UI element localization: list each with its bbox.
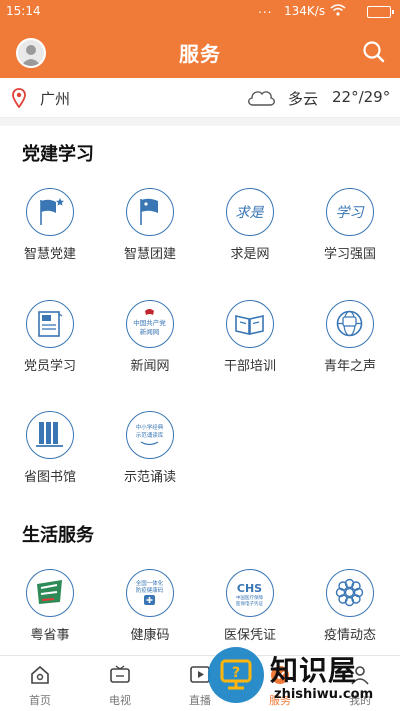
- section-title-party-study: 党建学习: [22, 144, 94, 165]
- svg-text:全国一体化: 全国一体化: [136, 579, 164, 587]
- page-title: 服务: [179, 42, 221, 66]
- status-bar: 15:14 ... 134K/s: [0, 0, 400, 24]
- service-tile[interactable]: 省图书馆: [0, 411, 100, 511]
- site-watermark: ? 知识屋 zhishiwu.com: [208, 645, 400, 711]
- qiushi-calligraphy-icon: 求是: [226, 188, 274, 236]
- tile-label: 求是网: [230, 247, 270, 262]
- svg-text:医保电子凭证: 医保电子凭证: [236, 600, 263, 607]
- icon-glyph: 学习: [336, 205, 366, 221]
- icon-glyph-line2: 新闻网: [140, 327, 160, 336]
- network-speed: 134K/s: [284, 4, 326, 18]
- service-tile[interactable]: 求是 求是网: [200, 188, 300, 288]
- section-divider: [0, 118, 400, 126]
- status-dots: ...: [258, 2, 273, 16]
- party-emblem-news-icon: 中国共产党 新闻网: [126, 300, 174, 348]
- svg-text:示范诵读库: 示范诵读库: [136, 431, 164, 439]
- tile-label: 健康码: [130, 628, 170, 643]
- tile-label: 新闻网: [130, 359, 170, 374]
- watermark-url: zhishiwu.com: [274, 687, 374, 702]
- bookshelf-icon: [26, 411, 74, 459]
- weather-description: 多云: [288, 90, 319, 108]
- nav-home[interactable]: 首页: [10, 662, 70, 710]
- nav-label: 首页: [29, 694, 51, 707]
- section-title-life-services: 生活服务: [22, 525, 94, 546]
- temperature-range: 22°/29°: [332, 88, 391, 106]
- service-tile[interactable]: 党员学习: [0, 300, 100, 400]
- nav-tv[interactable]: 电视: [90, 662, 150, 710]
- yueshengshi-icon: [26, 569, 74, 617]
- globe-speech-icon: [326, 300, 374, 348]
- status-time: 15:14: [6, 4, 41, 18]
- flag-star-icon: [26, 188, 74, 236]
- svg-text:中国医疗保障: 中国医疗保障: [236, 594, 263, 601]
- service-tile[interactable]: 智慧团建: [100, 188, 200, 288]
- icon-glyph: 求是: [236, 205, 265, 221]
- tile-label: 学习强国: [323, 247, 376, 262]
- tile-label: 干部培训: [223, 359, 276, 374]
- flag-board-icon: [26, 300, 74, 348]
- service-tile[interactable]: 学习 学习强国: [300, 188, 400, 288]
- service-tile[interactable]: 中国共产党 新闻网 新闻网: [100, 300, 200, 400]
- location-pin-icon[interactable]: [12, 88, 26, 109]
- battery-icon: [367, 6, 394, 18]
- service-tile[interactable]: 全国一体化 防疫健康码 健康码: [100, 569, 200, 669]
- chs-medical-insurance-icon: CHS 中国医疗保障 医保电子凭证: [226, 569, 274, 617]
- service-tile[interactable]: 智慧党建: [0, 188, 100, 288]
- svg-text:防疫健康码: 防疫健康码: [136, 586, 164, 594]
- icon-glyph: CHS: [237, 582, 262, 595]
- location-weather-bar: 广州 多云 22°/29°: [0, 78, 400, 118]
- service-tile[interactable]: 青年之声: [300, 300, 400, 400]
- wifi-icon: [330, 4, 346, 19]
- tile-label: 省图书馆: [23, 470, 76, 485]
- service-tile[interactable]: 粤省事: [0, 569, 100, 669]
- cloud-icon: [246, 87, 276, 107]
- tile-label: 医保凭证: [223, 628, 276, 643]
- reading-badge-icon: 中小学经典 示范诵读库: [126, 411, 174, 459]
- svg-text:?: ?: [232, 665, 240, 681]
- tile-label: 智慧党建: [23, 247, 76, 262]
- watermark-logo-icon: ?: [208, 647, 264, 703]
- xuexi-calligraphy-icon: 学习: [326, 188, 374, 236]
- service-tile[interactable]: 中小学经典 示范诵读库 示范诵读: [100, 411, 200, 511]
- tile-label: 党员学习: [23, 359, 76, 374]
- open-book-icon: [226, 300, 274, 348]
- health-code-icon: 全国一体化 防疫健康码: [126, 569, 174, 617]
- watermark-text: 知识屋: [270, 654, 358, 687]
- service-tile[interactable]: 干部培训: [200, 300, 300, 400]
- tile-label: 示范诵读: [123, 470, 176, 485]
- search-icon[interactable]: [362, 40, 386, 64]
- tv-icon: [109, 664, 131, 686]
- tile-label: 青年之声: [323, 359, 376, 374]
- svg-text:中小学经典: 中小学经典: [136, 423, 164, 431]
- city-name[interactable]: 广州: [40, 88, 70, 109]
- app-header: 服务: [0, 24, 400, 78]
- flower-pattern-icon: [326, 569, 374, 617]
- tile-label: 智慧团建: [123, 247, 176, 262]
- tile-label: 疫情动态: [323, 628, 376, 643]
- icon-glyph-line1: 中国共产党: [133, 318, 166, 327]
- tile-label: 粤省事: [30, 628, 70, 643]
- home-icon: [29, 664, 51, 686]
- nav-label: 电视: [109, 694, 131, 707]
- flag-icon: [126, 188, 174, 236]
